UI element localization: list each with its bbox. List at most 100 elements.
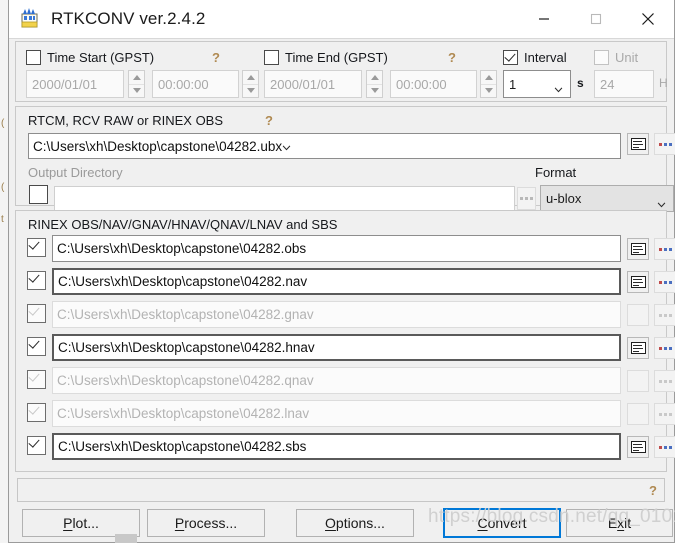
chevron-down-icon[interactable] — [282, 139, 291, 154]
spinner-down-icon[interactable] — [484, 88, 493, 94]
unit-checkbox[interactable]: Unit — [594, 50, 638, 65]
time-end-time-input[interactable]: 00:00:00 — [390, 70, 477, 98]
status-help-icon[interactable]: ? — [649, 483, 657, 498]
time-end-help-icon[interactable]: ? — [448, 50, 456, 65]
input-section-help-icon[interactable]: ? — [265, 113, 273, 128]
time-end-checkbox[interactable]: Time End (GPST) — [264, 50, 388, 65]
interval-select[interactable]: 1 — [503, 70, 571, 98]
rinex-hnav-path-input[interactable]: C:\Users\xh\Desktop\capstone\04282.hnav — [52, 334, 621, 361]
rinex-lnav-path-input[interactable]: C:\Users\xh\Desktop\capstone\04282.lnav — [52, 400, 621, 427]
process-accel: P — [174, 515, 185, 531]
input-path-combo[interactable]: C:\Users\xh\Desktop\capstone\04282.ubx — [28, 133, 621, 159]
rinex-gnav-path-input[interactable]: C:\Users\xh\Desktop\capstone\04282.gnav — [52, 301, 621, 328]
view-file-icon — [630, 276, 646, 288]
plot-button[interactable]: Plot... — [22, 509, 140, 537]
rinex-hnav-browse-button[interactable] — [654, 337, 675, 359]
input-view-button[interactable] — [627, 133, 649, 155]
time-start-date-spinner[interactable] — [128, 70, 145, 98]
format-select[interactable]: u-blox — [540, 185, 674, 212]
exit-button[interactable]: Exit — [566, 509, 673, 537]
rinex-gnav-view-button[interactable] — [627, 304, 649, 326]
convert-accel: C — [477, 515, 488, 531]
chevron-down-icon[interactable] — [554, 81, 563, 96]
rinex-sbs-path-input[interactable]: C:\Users\xh\Desktop\capstone\04282.sbs — [52, 433, 621, 460]
time-end-checkbox-box[interactable] — [264, 50, 279, 65]
rinex-gnav-checkbox-box[interactable] — [27, 304, 46, 323]
rinex-qnav-checkbox-box[interactable] — [27, 370, 46, 389]
rinex-nav-browse-button[interactable] — [654, 271, 675, 293]
process-label-rest: rocess... — [184, 515, 238, 531]
time-end-time-spinner[interactable] — [480, 70, 497, 98]
rinex-lnav-checkbox-box[interactable] — [27, 403, 46, 422]
rinex-lnav-view-button[interactable] — [627, 403, 649, 425]
rinex-hnav-checkbox[interactable] — [27, 337, 46, 361]
unit-value-input[interactable]: 24 — [594, 70, 654, 98]
spinner-up-icon[interactable] — [246, 74, 255, 80]
input-browse-button[interactable] — [654, 133, 675, 155]
rinex-obs-path-input[interactable]: C:\Users\xh\Desktop\capstone\04282.obs — [52, 235, 621, 262]
rinex-nav-path-input[interactable]: C:\Users\xh\Desktop\capstone\04282.nav — [52, 268, 621, 295]
time-start-checkbox-box[interactable] — [26, 50, 41, 65]
screen: ( ( t RTKCONV ver.2.4.2 Time Start (GPST… — [0, 0, 675, 543]
rinex-lnav-checkbox[interactable] — [27, 403, 46, 427]
time-start-time-spinner[interactable] — [242, 70, 259, 98]
rinex-obs-checkbox[interactable] — [27, 238, 46, 262]
rinex-qnav-browse-button[interactable] — [654, 370, 675, 392]
rinex-nav-checkbox-box[interactable] — [27, 271, 46, 290]
chevron-down-icon[interactable] — [657, 196, 666, 211]
rinex-hnav-view-button[interactable] — [627, 337, 649, 359]
minimize-button[interactable] — [518, 0, 570, 38]
time-start-help-icon[interactable]: ? — [212, 50, 220, 65]
time-start-checkbox[interactable]: Time Start (GPST) — [26, 50, 154, 65]
close-icon — [642, 13, 654, 25]
interval-checkbox-box[interactable] — [503, 50, 518, 65]
rinex-qnav-checkbox[interactable] — [27, 370, 46, 394]
time-end-date-input[interactable]: 2000/01/01 — [264, 70, 362, 98]
time-start-date-input[interactable]: 2000/01/01 — [26, 70, 124, 98]
spinner-down-icon[interactable] — [246, 88, 255, 94]
time-end-date-spinner[interactable] — [366, 70, 383, 98]
window-title: RTKCONV ver.2.4.2 — [51, 9, 206, 28]
spinner-down-icon[interactable] — [132, 88, 141, 94]
status-bar: ? — [17, 478, 665, 502]
rinex-sbs-browse-button[interactable] — [654, 436, 675, 458]
unit-checkbox-box[interactable] — [594, 50, 609, 65]
rinex-sbs-view-button[interactable] — [627, 436, 649, 458]
rinex-lnav-browse-button[interactable] — [654, 403, 675, 425]
rinex-sbs-checkbox[interactable] — [27, 436, 46, 460]
convert-button[interactable]: Convert — [443, 508, 561, 538]
rinex-gnav-checkbox[interactable] — [27, 304, 46, 328]
scrollbar-nub[interactable] — [115, 534, 137, 543]
format-value: u-blox — [546, 191, 582, 206]
rinex-sbs-checkbox-box[interactable] — [27, 436, 46, 455]
maximize-button[interactable] — [570, 0, 622, 38]
interval-unit-label: s — [577, 76, 584, 90]
spinner-up-icon[interactable] — [370, 74, 379, 80]
ellipsis-icon — [658, 247, 672, 251]
rinex-qnav-view-button[interactable] — [627, 370, 649, 392]
rinex-nav-checkbox[interactable] — [27, 271, 46, 295]
output-directory-input[interactable] — [54, 186, 515, 211]
ellipsis-icon — [658, 313, 672, 317]
ellipsis-icon — [658, 280, 672, 284]
output-directory-browse-button[interactable] — [517, 187, 536, 210]
spinner-up-icon[interactable] — [484, 74, 493, 80]
output-directory-checkbox-box[interactable] — [29, 185, 48, 204]
close-button[interactable] — [622, 0, 674, 38]
rinex-qnav-path-input[interactable]: C:\Users\xh\Desktop\capstone\04282.qnav — [52, 367, 621, 394]
options-button[interactable]: Options... — [296, 509, 414, 537]
rinex-obs-view-button[interactable] — [627, 238, 649, 260]
spinner-down-icon[interactable] — [370, 88, 379, 94]
rinex-gnav-browse-button[interactable] — [654, 304, 675, 326]
rinex-hnav-checkbox-box[interactable] — [27, 337, 46, 356]
rinex-obs-browse-button[interactable] — [654, 238, 675, 260]
plot-label-rest: lot... — [72, 515, 99, 531]
rinex-obs-checkbox-box[interactable] — [27, 238, 46, 257]
time-start-time-input[interactable]: 00:00:00 — [152, 70, 239, 98]
rinex-nav-view-button[interactable] — [627, 271, 649, 293]
spinner-up-icon[interactable] — [132, 74, 141, 80]
rinex-qnav-path-value: C:\Users\xh\Desktop\capstone\04282.qnav — [57, 373, 314, 388]
interval-checkbox[interactable]: Interval — [503, 50, 567, 65]
output-directory-checkbox[interactable] — [29, 185, 48, 209]
process-button[interactable]: Process... — [147, 509, 265, 537]
